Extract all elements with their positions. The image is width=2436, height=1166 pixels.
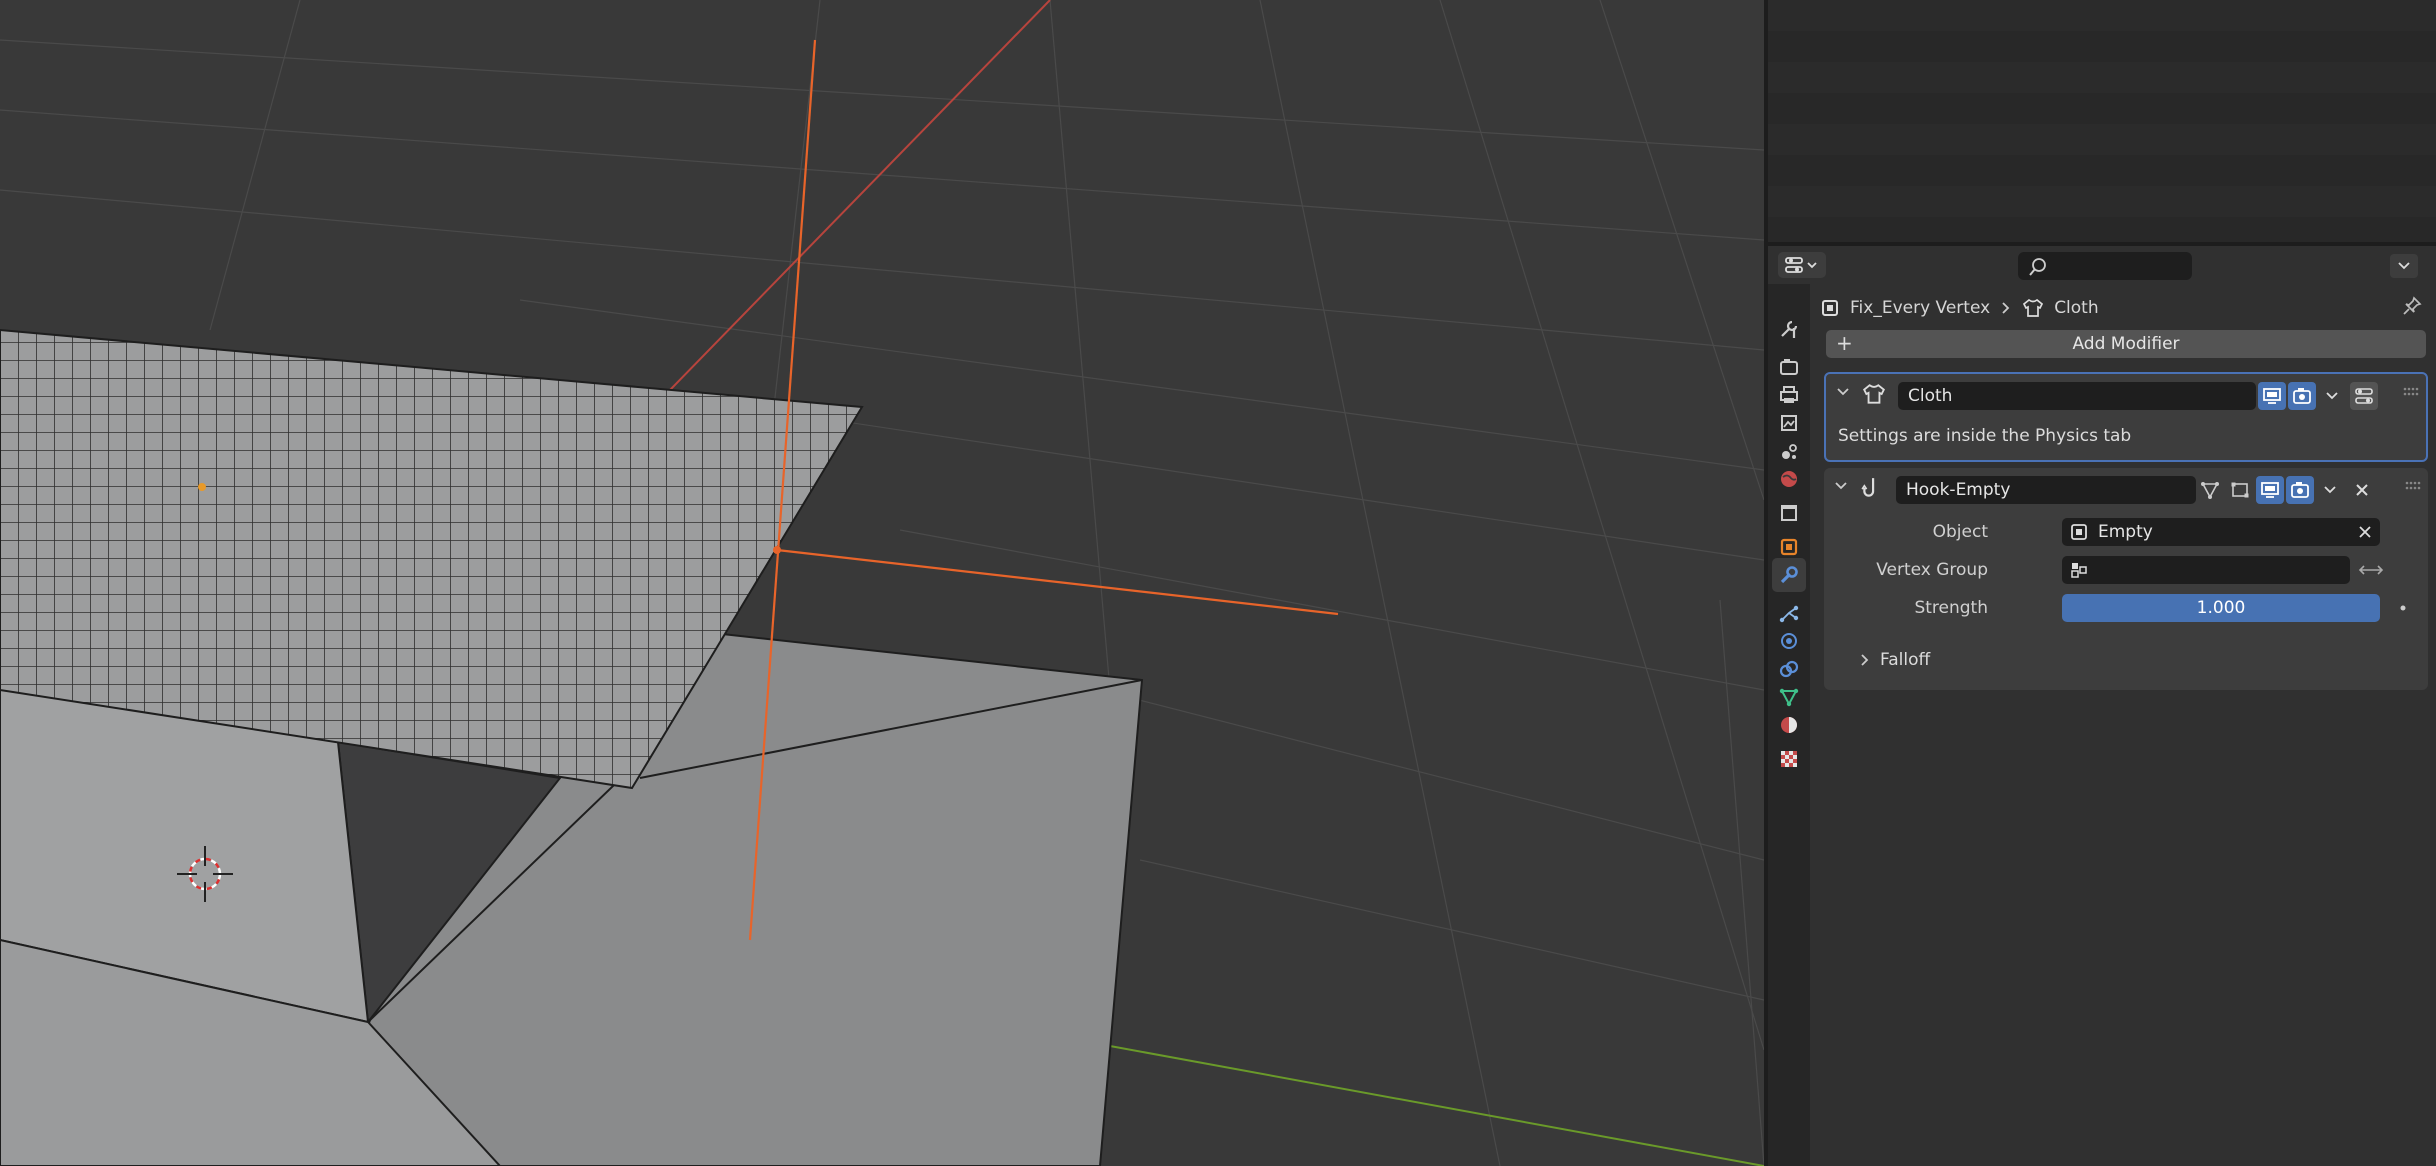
- falloff-subpanel-header[interactable]: Falloff: [1860, 650, 1930, 670]
- remove-modifier-button[interactable]: [2348, 476, 2376, 504]
- chevron-down-icon: [2326, 392, 2338, 400]
- tab-collection[interactable]: [1772, 496, 1806, 530]
- camera-icon: [2293, 388, 2311, 404]
- cloth-shirt-icon: [1863, 384, 1885, 404]
- texture-checker-icon: [1781, 751, 1797, 767]
- tool-icon: [1781, 320, 1798, 338]
- chevron-right-icon: [1861, 654, 1869, 666]
- cloth-info-text: Settings are inside the Physics tab: [1838, 426, 2132, 446]
- editor-type-button[interactable]: [1778, 252, 1826, 278]
- tab-world[interactable]: [1772, 462, 1806, 496]
- show-in-render-toggle[interactable]: [2288, 382, 2316, 410]
- world-globe-icon: [1781, 471, 1797, 487]
- hook-object-value: Empty: [2098, 522, 2153, 542]
- add-modifier-button[interactable]: + Add Modifier: [1826, 330, 2426, 358]
- chevron-right-icon: [2002, 302, 2010, 314]
- clear-field-close-icon[interactable]: [2358, 525, 2372, 539]
- modifier-properties-content: Fix_Every Vertex Cloth + Add Modifier Cl…: [1810, 284, 2436, 1166]
- chevron-down-icon[interactable]: [1836, 386, 1850, 398]
- x-axis-line: [669, 0, 1051, 391]
- tab-modifiers[interactable]: [1772, 558, 1806, 592]
- camera-icon: [2291, 482, 2309, 498]
- constraints-link-icon: [1779, 660, 1799, 678]
- properties-search-input[interactable]: [2018, 252, 2192, 280]
- edit-mode-square-icon: [2231, 482, 2249, 498]
- hook-strength-row: Strength 1.000: [1824, 594, 2428, 622]
- hook-modifier-panel: Hook-Empty Object Empty Vertex Group Str…: [1824, 468, 2428, 690]
- breadcrumb: Fix_Every Vertex Cloth: [1820, 294, 2099, 322]
- hook-modifier-name-field[interactable]: Hook-Empty: [1896, 476, 2196, 504]
- render-camera-icon: [1780, 359, 1798, 375]
- properties-editor-icon: [1785, 257, 1817, 273]
- cloth-modifier-name-field[interactable]: Cloth: [1898, 382, 2256, 410]
- hook-modifier-header[interactable]: Hook-Empty: [1824, 468, 2428, 510]
- add-modifier-label: Add Modifier: [2072, 334, 2180, 354]
- viewport-scene: [0, 0, 1764, 1166]
- modifier-extra-menu[interactable]: [2318, 382, 2346, 410]
- on-cage-toggle[interactable]: [2196, 476, 2224, 504]
- hook-icon: [1861, 478, 1875, 497]
- close-icon: [2356, 484, 2368, 496]
- cloth-shirt-icon: [2023, 298, 2044, 317]
- vertex-triangle-icon: [2201, 482, 2219, 499]
- object-label: Object: [1932, 522, 1988, 542]
- show-in-viewport-toggle[interactable]: [2256, 476, 2284, 504]
- output-printer-icon: [1780, 386, 1798, 403]
- scene-icon: [1782, 444, 1797, 459]
- physics-settings-toggle[interactable]: [2350, 382, 2378, 410]
- chevron-down-icon: [2324, 486, 2336, 494]
- 3d-viewport[interactable]: [0, 0, 1764, 1166]
- monitor-icon: [2263, 388, 2281, 404]
- edit-mode-toggle[interactable]: [2226, 476, 2254, 504]
- show-in-render-toggle[interactable]: [2286, 476, 2314, 504]
- tab-texture[interactable]: [1772, 742, 1806, 776]
- keyframe-dot-icon[interactable]: [2400, 605, 2406, 611]
- cloth-modifier-panel: Cloth Settings are inside the Physics ta…: [1824, 372, 2428, 462]
- pin-icon[interactable]: [2402, 296, 2422, 316]
- hook-object-row: Object Empty: [1824, 518, 2428, 546]
- modifier-extra-menu[interactable]: [2316, 476, 2344, 504]
- mesh-object-icon: [1822, 300, 1838, 316]
- y-axis-line: [1109, 1045, 1764, 1166]
- particles-icon: [1779, 605, 1799, 623]
- vertex-group-label: Vertex Group: [1876, 560, 1988, 580]
- vertex-group-icon: [2071, 563, 2087, 578]
- drag-handle-icon[interactable]: [2404, 480, 2422, 492]
- strength-slider[interactable]: 1.000: [2062, 594, 2380, 622]
- material-sphere-icon: [1781, 717, 1797, 733]
- hook-vertex-group-row: Vertex Group: [1824, 556, 2428, 584]
- hook-object-field[interactable]: Empty: [2062, 518, 2380, 546]
- properties-header: [1768, 246, 2436, 284]
- invert-arrows-icon[interactable]: [2358, 562, 2384, 578]
- tab-material[interactable]: [1772, 708, 1806, 742]
- vertex-group-field[interactable]: [2062, 556, 2350, 584]
- chevron-down-icon: [2398, 262, 2410, 270]
- toggle-switches-icon: [2355, 388, 2373, 404]
- wrench-icon: [1780, 566, 1798, 584]
- monitor-icon: [2261, 482, 2279, 498]
- properties-tab-bar: [1768, 284, 1810, 1166]
- outliner-editor[interactable]: [1768, 0, 2436, 242]
- collection-box-icon: [1781, 505, 1797, 521]
- chevron-down-icon[interactable]: [1834, 480, 1848, 492]
- drag-handle-icon[interactable]: [2402, 386, 2420, 398]
- header-options-chevron[interactable]: [2390, 254, 2418, 278]
- object-square-icon: [1780, 538, 1798, 556]
- plus-icon: +: [1836, 331, 1853, 355]
- search-icon: [2029, 258, 2046, 276]
- object-square-icon: [2071, 524, 2087, 540]
- cloth-origin-dot: [198, 483, 206, 491]
- strength-label: Strength: [1914, 598, 1988, 618]
- view-layer-icon: [1781, 415, 1797, 431]
- physics-orbit-icon: [1781, 633, 1797, 649]
- breadcrumb-object-name: Fix_Every Vertex: [1850, 298, 1991, 318]
- falloff-label: Falloff: [1880, 650, 1931, 670]
- cloth-modifier-header[interactable]: Cloth: [1826, 374, 2426, 416]
- tab-tool[interactable]: [1772, 312, 1806, 346]
- mesh-data-triangle-icon: [1779, 688, 1799, 707]
- empty-origin: [773, 546, 781, 554]
- breadcrumb-modifier-name: Cloth: [2054, 298, 2099, 318]
- properties-editor: Fix_Every Vertex Cloth + Add Modifier Cl…: [1768, 246, 2436, 1166]
- show-in-viewport-toggle[interactable]: [2258, 382, 2286, 410]
